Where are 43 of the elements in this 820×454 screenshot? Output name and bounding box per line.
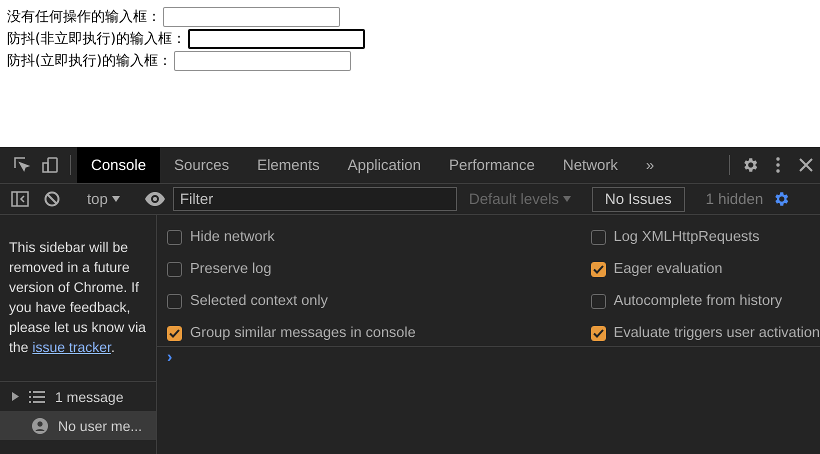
checkbox[interactable] (167, 294, 182, 308)
list-icon (29, 390, 45, 402)
more-tabs-button[interactable]: » (632, 147, 668, 183)
field-label: 防抖(立即执行)的输入框： (7, 52, 172, 70)
checkbox[interactable] (167, 230, 182, 244)
input-field[interactable] (188, 29, 365, 49)
context-selector[interactable]: top (87, 190, 108, 208)
checkbox[interactable] (590, 262, 606, 276)
checkbox[interactable] (167, 326, 182, 340)
issues-button[interactable]: No Issues (592, 186, 685, 212)
devtools-tab[interactable]: Sources (160, 147, 244, 183)
checkbox-label: Group similar messages in console (190, 325, 416, 341)
checkbox-label: Log XMLHttpRequests (614, 229, 760, 245)
input-field[interactable] (174, 51, 351, 71)
field-label: 防抖(非立即执行)的输入框： (7, 30, 186, 48)
devtools-tab[interactable]: Elements (243, 147, 334, 183)
filter-field[interactable]: Filter (172, 187, 457, 211)
checkbox-label: Evaluate triggers user activation (614, 325, 820, 341)
checkbox-label: Hide network (190, 229, 275, 245)
checkbox[interactable] (167, 262, 182, 276)
dropdown-caret-icon (112, 196, 120, 202)
checkbox-label: Eager evaluation (614, 261, 722, 277)
issue-tracker-link[interactable]: issue tracker (32, 339, 111, 355)
checkbox[interactable] (590, 326, 606, 340)
sidebar-item[interactable]: No user me... (0, 411, 156, 440)
input-field[interactable] (163, 7, 340, 27)
console-prompt: › (166, 348, 174, 367)
devtools-tab[interactable]: Application (334, 147, 435, 183)
sidebar-item[interactable]: 1 message (0, 382, 156, 411)
field-label: 没有任何操作的输入框： (7, 8, 161, 26)
sidebar-notice: This sidebar will be removed in a future version of Chrome. If you have feedback, please let us know via the issue tracker. (0, 215, 156, 382)
dropdown-caret-icon (562, 196, 571, 202)
hidden-count: 1 hidden (706, 190, 764, 208)
checkbox-label: Autocomplete from history (614, 293, 782, 309)
checkbox[interactable] (590, 294, 606, 308)
user-icon (32, 418, 48, 434)
checkbox-label: Selected context only (190, 293, 328, 309)
expand-arrow-icon (12, 392, 19, 401)
devtools-tab[interactable]: Console (77, 147, 160, 183)
checkbox[interactable] (590, 230, 606, 244)
devtools-tab[interactable]: Performance (435, 147, 549, 183)
devtools-tab[interactable]: Network (548, 147, 632, 183)
checkbox-label: Preserve log (190, 261, 272, 277)
